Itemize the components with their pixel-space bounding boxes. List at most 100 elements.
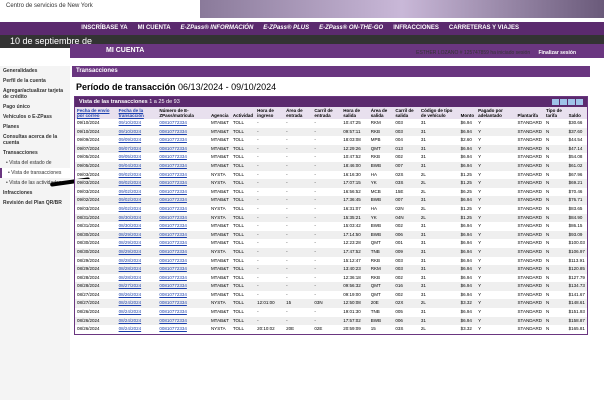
table-cell[interactable]: 08/24/2024 [117,325,158,334]
sidebar-item[interactable]: Consultas acerca de la cuenta [0,132,70,148]
nav-item[interactable]: CARRETERAS Y VIAJES [444,22,524,35]
table-cell[interactable]: 08/24/2024 [116,316,158,326]
table-cell: - [314,291,316,297]
table-cell: N [543,247,567,257]
table-cell: TOLL [232,120,245,125]
sidebar-item[interactable]: Vehículos o E-ZPass [0,112,70,122]
sidebar-item[interactable]: Pago único [0,102,70,112]
table-cell[interactable]: 00810772334 [157,127,209,137]
table-cell[interactable]: 00810772334 [157,291,209,300]
table-cell[interactable]: 08/28/2024 [116,265,158,274]
table-cell: 2L [418,299,459,309]
sidebar-item[interactable]: Perfil de la cuenta [0,76,70,86]
table-cell[interactable]: 08/30/2024 [117,222,158,231]
table-cell[interactable]: 00810772334 [157,188,209,197]
table-cell: 17:47:52 [341,247,369,257]
table-cell[interactable]: 09/10/2024 [116,127,158,137]
table-cell: 2L [420,326,426,332]
table-cell: $69.21 [566,179,587,188]
sidebar-item[interactable]: Planes [0,122,70,132]
column-header[interactable]: Fecha de la transacción [116,107,158,119]
table-cell: TOLL [230,161,256,171]
last-page-icon[interactable] [576,99,583,105]
column-header[interactable]: Fecha de envío por correo [75,107,117,119]
table-cell[interactable]: 08/24/2024 [117,308,158,317]
table-cell[interactable]: 09/02/2024 [117,171,158,180]
next-page-icon[interactable] [568,99,575,105]
table-cell[interactable]: 00810772334 [157,171,209,180]
table-cell[interactable]: 09/02/2024 [117,188,158,197]
sidebar-item[interactable]: • Vista de transacciones [0,168,70,178]
nav-item[interactable]: E-ZPass® INFORMACIÓN [176,22,259,35]
table-cell: $113.91 [568,257,585,263]
table-cell[interactable]: 00810772334 [157,299,209,309]
table-cell: - [257,309,259,315]
table-cell[interactable]: 08/29/2024 [117,239,158,248]
sidebar-item[interactable]: Revisión del Plan QR/BR [0,198,70,208]
table-cell[interactable]: 00810772334 [157,274,209,283]
table-cell: 08/27/2024 [77,291,100,297]
nav-item[interactable]: MI CUENTA [133,22,176,35]
table-cell[interactable]: 00810772334 [157,282,209,291]
logout-button[interactable]: Finalizar sesión [534,48,580,58]
table-cell[interactable]: 09/02/2024 [117,205,158,214]
table-cell[interactable]: 09/02/2024 [116,179,158,188]
period-value: 06/13/2024 - 09/10/2024 [178,82,277,92]
nav-item[interactable]: E-ZPass® PLUS [258,22,314,35]
table-cell[interactable]: 00810772334 [157,247,209,257]
table-cell[interactable]: 09/09/2024 [117,136,158,145]
nav-item[interactable]: INSCRÍBASE YA [76,22,132,35]
column-header: Plantarifa [515,107,544,119]
table-cell[interactable]: 08/30/2024 [116,213,158,223]
table-cell[interactable]: 00810772334 [157,136,209,145]
table-cell: TOLL [232,223,245,229]
sidebar-item[interactable]: Infracciones [0,188,70,198]
sidebar-item[interactable]: • Vista del estado de [0,158,70,168]
table-cell[interactable]: 00810772334 [157,239,209,248]
table-cell[interactable]: 00810772334 [157,265,209,274]
prev-page-icon[interactable] [560,99,567,105]
table-cell[interactable]: 08/26/2024 [117,291,158,300]
nav-item[interactable]: E-ZPass® ON-THE-GO [314,22,388,35]
nav-item[interactable]: INFRACCIONES [388,22,444,35]
table-cell: 09/03/2024 [77,205,100,211]
table-cell: - [284,230,313,240]
table-cell: - [257,291,259,297]
table-cell[interactable]: 00810772334 [157,257,209,266]
sidebar-item[interactable]: Agregar/actualizar tarjeta de crédito [0,86,70,102]
table-cell[interactable]: 00810772334 [157,316,209,326]
table-cell[interactable]: 00810772334 [157,144,209,154]
table-cell[interactable]: 09/02/2024 [116,196,158,205]
table-cell: MPB [370,137,381,143]
first-page-icon[interactable] [552,99,559,105]
table-cell[interactable]: 00810772334 [157,153,209,162]
table-cell: 09/03/2024 [77,171,100,177]
table-cell[interactable]: 08/24/2024 [116,299,158,309]
table-cell[interactable]: 08/29/2024 [116,247,158,257]
table-cell[interactable]: 09/10/2024 [117,119,158,128]
table-cell[interactable]: 08/28/2024 [117,274,158,283]
table-cell[interactable]: 00810772334 [157,205,209,214]
sidebar-item[interactable]: Generalidades [0,66,70,76]
table-cell: 09/09/2024 [77,137,100,143]
table-cell[interactable]: 00810772334 [157,179,209,188]
table-cell[interactable]: 08/28/2024 [117,257,158,266]
table-cell: Y [478,257,482,263]
table-cell: 31 [418,265,459,274]
table-cell[interactable]: 09/07/2024 [116,144,158,154]
table-cell[interactable]: 00810772334 [157,161,209,171]
table-cell[interactable]: 00810772334 [157,119,209,128]
table-cell: STANDARD [515,213,544,223]
table-cell[interactable]: 00810772334 [157,222,209,231]
table-cell[interactable]: 00810772334 [157,308,209,317]
table-cell[interactable]: 00810772334 [157,213,209,223]
table-cell[interactable]: 00810772334 [157,325,209,334]
table-cell[interactable]: 08/27/2024 [116,282,158,291]
table-cell: STANDARD [517,137,542,143]
table-cell[interactable]: 00810772334 [157,230,209,240]
sidebar-item[interactable]: Transacciones [0,148,70,158]
table-cell[interactable]: 09/04/2024 [116,161,158,171]
table-cell[interactable]: 08/29/2024 [116,230,158,240]
table-cell[interactable]: 09/05/2024 [117,153,158,162]
table-cell[interactable]: 00810772334 [157,196,209,205]
